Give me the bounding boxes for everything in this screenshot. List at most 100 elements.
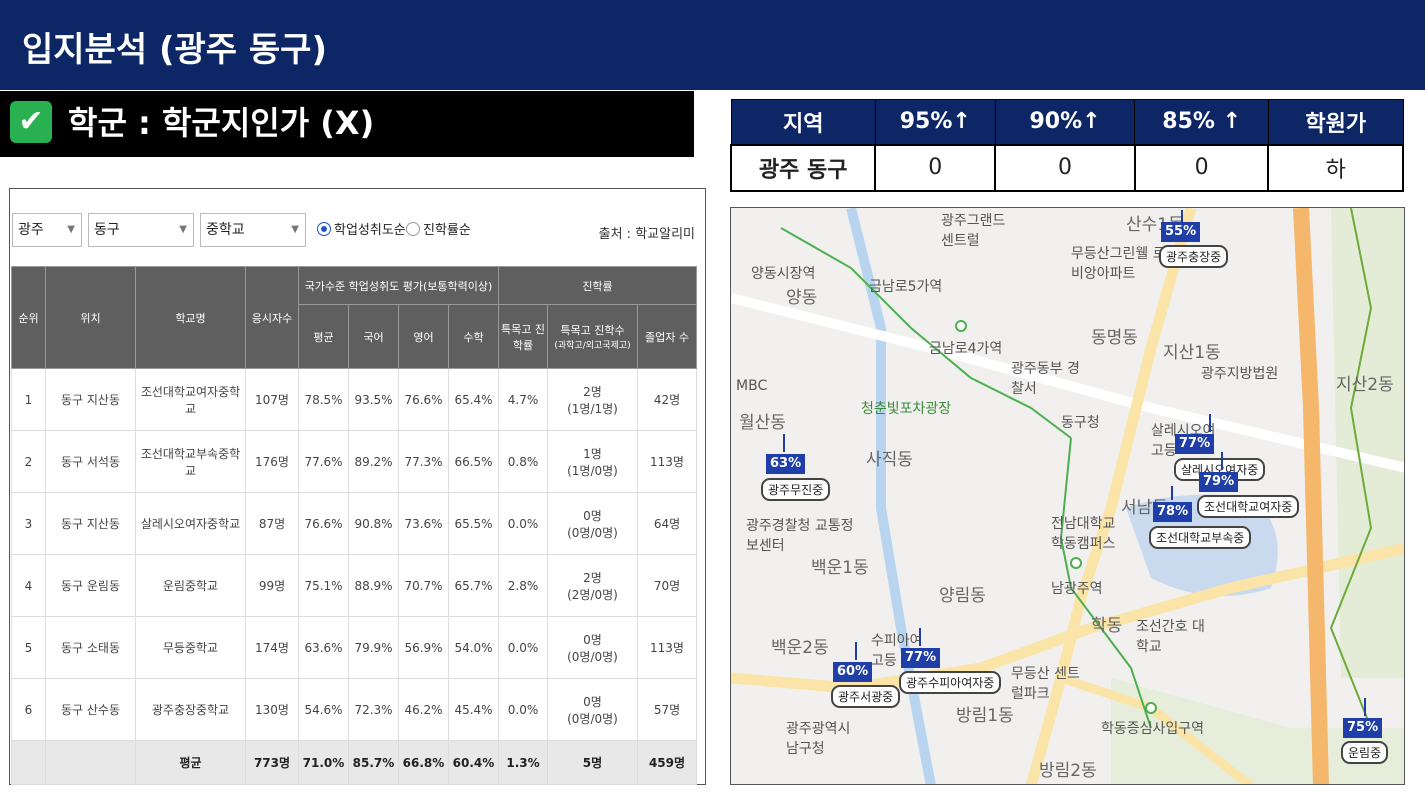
school-table: 순위 위치 학교명 응시자수 국가수준 학업성취도 평가(보통학력이상) 진학률… (11, 266, 697, 785)
map-label: 백운2동 (771, 638, 829, 658)
cell-count: 2명 (1명/1명) (547, 368, 638, 431)
map-label: 사직동 (866, 450, 913, 470)
cell-eng: 56.9% (398, 616, 449, 679)
cell-loc: 동구 산수동 (45, 678, 136, 741)
school-label[interactable]: 광주무진중 (761, 478, 831, 501)
radio-achievement[interactable]: 학업성취도순 (317, 222, 406, 239)
header-rank: 순위 (11, 266, 46, 369)
cell-avg: 76.6% (298, 492, 349, 555)
header-bar: 입지분석 (광주 동구) (0, 0, 1425, 90)
cell-avg: 63.6% (298, 616, 349, 679)
section-title: 학군 : 학군지인가 (X) (68, 104, 375, 142)
cell-takers: 176명 (245, 430, 299, 493)
table-row: 1 동구 지산동 조선대학교여자중학교 107명 78.5% 93.5% 76.6% 65.4… (11, 368, 697, 431)
header-takers: 응시자수 (245, 266, 299, 369)
school-label[interactable]: 운림중 (1341, 741, 1389, 764)
map-label: 청춘빛포차광장 (861, 401, 952, 417)
summary-header-academy: 학원가 (1267, 99, 1404, 145)
header-special-count: 특목고 진학수 (과학고/외고국제고) (547, 304, 638, 369)
header-special-rate: 특목고 진학률 (498, 304, 548, 369)
cell-avg: 78.5% (298, 368, 349, 431)
cell-count-main: 0명 (583, 508, 602, 523)
school-flag[interactable]: 60% (833, 662, 873, 682)
school-label[interactable]: 조선대학교부속중 (1149, 526, 1252, 549)
cell-school: 조선대학교여자중학교 (135, 368, 246, 431)
school-label[interactable]: 광주충장중 (1159, 245, 1229, 268)
level-select[interactable]: 중학교 ▼ (200, 213, 306, 247)
checkmark-icon: ✔ (10, 101, 52, 143)
cell-school: 운림중학교 (135, 554, 246, 617)
summary-90: 0 (994, 143, 1136, 192)
cell-rate: 4.7% (498, 368, 548, 431)
chevron-down-icon: ▼ (179, 224, 187, 235)
school-flag[interactable]: 77% (1175, 434, 1215, 454)
school-flag[interactable]: 77% (901, 648, 941, 668)
cell-count: 2명 (2명/0명) (547, 554, 638, 617)
cell-math: 66.5% (448, 430, 499, 493)
map-label: 무등산 센트럴파크 (1011, 666, 1080, 702)
header-math: 수학 (448, 304, 499, 369)
map-label: 광주동부 경찰서 (1011, 361, 1080, 397)
flag-pole (783, 434, 785, 452)
cell-kor: 88.9% (348, 554, 399, 617)
school-flag[interactable]: 63% (766, 454, 806, 474)
city-select[interactable]: 광주 ▼ (12, 213, 82, 247)
cell-rank: 2 (11, 430, 46, 493)
chevron-down-icon: ▼ (291, 224, 299, 235)
avg-label: 평균 (135, 740, 246, 785)
header-special-count-sub: (과학고/외고국제고) (554, 341, 631, 351)
school-label[interactable]: 조선대학교여자중 (1197, 495, 1300, 518)
map-label: 방림1동 (956, 706, 1014, 726)
school-map[interactable]: 양동시장역 양동 금남로5가역 금남로4가역 광주그랜드 센트럴 무등산그린웰 … (730, 207, 1405, 785)
school-label[interactable]: 광주서광중 (831, 685, 901, 708)
cell-count-sub: (1명/0명) (567, 463, 618, 478)
cell-count: 1명 (1명/0명) (547, 430, 638, 493)
map-label: 조선간호 대학교 (1136, 619, 1205, 655)
school-flag[interactable]: 55% (1161, 222, 1201, 242)
school-ranking-panel: 광주 ▼ 동구 ▼ 중학교 ▼ 학업성취도순 진학률순 출처 : 학교알리미 순위 위… (9, 188, 706, 785)
cell-rank: 3 (11, 492, 46, 555)
cell-rate: 2.8% (498, 554, 548, 617)
cell-rank: 1 (11, 368, 46, 431)
school-flag[interactable]: 75% (1343, 718, 1383, 738)
cell-math: 45.4% (448, 678, 499, 741)
cell-rate: 0.0% (498, 616, 548, 679)
cell-takers: 174명 (245, 616, 299, 679)
cell-count-sub: (0명/0명) (567, 649, 618, 664)
cell-kor: 72.3% (348, 678, 399, 741)
cell-grads: 57명 (637, 678, 697, 741)
cell-count-main: 0명 (583, 632, 602, 647)
map-label: 금남로5가역 (869, 279, 943, 295)
level-select-value: 중학교 (206, 222, 245, 238)
header-graduates: 졸업자 수 (637, 304, 697, 369)
cell-grads: 70명 (637, 554, 697, 617)
page-title: 입지분석 (광주 동구) (22, 30, 327, 70)
cell-school: 무등중학교 (135, 616, 246, 679)
source-text: 출처 : 학교알리미 (598, 227, 695, 242)
cell-eng: 46.2% (398, 678, 449, 741)
district-select[interactable]: 동구 ▼ (88, 213, 194, 247)
cell-rank: 4 (11, 554, 46, 617)
cell-grads: 113명 (637, 616, 697, 679)
map-label: 광주지방법원 (1201, 366, 1279, 382)
school-flag[interactable]: 78% (1153, 502, 1193, 522)
summary-95: 0 (874, 143, 997, 192)
cell-count-sub: (1명/1명) (567, 401, 618, 416)
cell-count: 0명 (0명/0명) (547, 616, 638, 679)
map-label: 금남로4가역 (929, 341, 1003, 357)
cell-loc: 동구 지산동 (45, 492, 136, 555)
avg-special-count: 5명 (547, 740, 638, 785)
flag-pole (919, 628, 921, 646)
cell-loc: 동구 소태동 (45, 616, 136, 679)
radio-advancement[interactable]: 진학률순 (406, 222, 471, 239)
cell-eng: 73.6% (398, 492, 449, 555)
section-bar: ✔ 학군 : 학군지인가 (X) (0, 91, 694, 157)
avg-korean: 85.7% (348, 740, 399, 785)
school-flag[interactable]: 79% (1199, 472, 1239, 492)
cell-eng: 70.7% (398, 554, 449, 617)
school-label[interactable]: 광주수피아여자중 (899, 671, 1002, 694)
map-label: 월산동 (739, 413, 786, 433)
summary-region: 광주 동구 (729, 143, 877, 192)
cell-math: 54.0% (448, 616, 499, 679)
radio-advancement-label: 진학률순 (423, 223, 471, 238)
